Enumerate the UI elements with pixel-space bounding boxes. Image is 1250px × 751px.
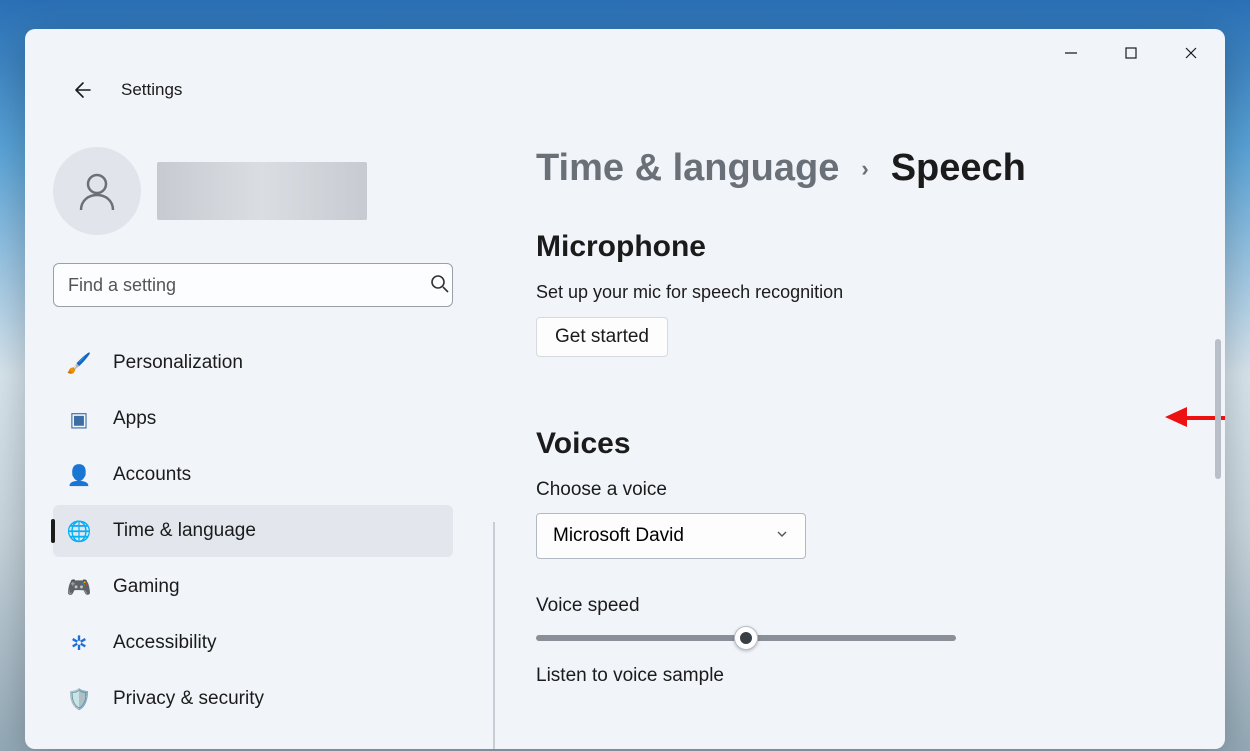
divider [493, 522, 495, 749]
page-title: Speech [891, 147, 1026, 190]
nav: 🖌️ Personalization ▣ Apps 👤 Accounts 🌐 T… [53, 337, 453, 725]
person-icon [74, 168, 120, 214]
chevron-right-icon: › [861, 156, 868, 182]
voices-heading: Voices [536, 427, 1185, 461]
sidebar-item-label: Privacy & security [113, 688, 264, 710]
gamepad-icon: 🎮 [67, 575, 91, 599]
maximize-button[interactable] [1101, 29, 1161, 77]
minimize-icon [1064, 46, 1078, 60]
sidebar-item-gaming[interactable]: 🎮 Gaming [53, 561, 453, 613]
sidebar-item-label: Accounts [113, 464, 191, 486]
sidebar-item-time-language[interactable]: 🌐 Time & language [53, 505, 453, 557]
choose-voice-label: Choose a voice [536, 479, 1185, 501]
search-input[interactable] [53, 263, 453, 307]
breadcrumb: Time & language › Speech [536, 147, 1185, 190]
sidebar-item-apps[interactable]: ▣ Apps [53, 393, 453, 445]
sidebar-item-label: Personalization [113, 352, 243, 374]
voice-select-value: Microsoft David [553, 525, 684, 547]
close-icon [1184, 46, 1198, 60]
sidebar-item-accounts[interactable]: 👤 Accounts [53, 449, 453, 501]
search-icon [430, 274, 450, 299]
paintbrush-icon: 🖌️ [67, 351, 91, 375]
avatar [53, 147, 141, 235]
slider-thumb[interactable] [734, 626, 758, 650]
user-name-redacted [157, 162, 367, 220]
scrollbar[interactable] [1215, 339, 1221, 479]
sidebar-item-privacy[interactable]: 🛡️ Privacy & security [53, 673, 453, 725]
main-panel: Time & language › Speech Microphone Set … [500, 77, 1225, 749]
account-icon: 👤 [67, 463, 91, 487]
content: 🖌️ Personalization ▣ Apps 👤 Accounts 🌐 T… [25, 77, 1225, 749]
apps-icon: ▣ [67, 407, 91, 431]
get-started-button[interactable]: Get started [536, 317, 668, 357]
sidebar-item-accessibility[interactable]: ✲ Accessibility [53, 617, 453, 669]
voice-speed-label: Voice speed [536, 595, 1185, 617]
chevron-down-icon [775, 525, 789, 547]
sidebar-item-label: Time & language [113, 520, 256, 542]
voices-section: Voices Choose a voice Microsoft David Vo… [536, 427, 1185, 687]
sidebar-item-label: Gaming [113, 576, 180, 598]
sidebar-item-label: Accessibility [113, 632, 216, 654]
maximize-icon [1124, 46, 1138, 60]
shield-icon: 🛡️ [67, 687, 91, 711]
settings-window: Settings 🖌️ [25, 29, 1225, 749]
microphone-desc: Set up your mic for speech recognition [536, 282, 1185, 303]
accessibility-icon: ✲ [67, 631, 91, 655]
sidebar: 🖌️ Personalization ▣ Apps 👤 Accounts 🌐 T… [25, 77, 500, 749]
minimize-button[interactable] [1041, 29, 1101, 77]
titlebar [25, 29, 1225, 77]
close-button[interactable] [1161, 29, 1221, 77]
profile-block[interactable] [53, 147, 476, 235]
sidebar-item-label: Apps [113, 408, 156, 430]
voice-speed-slider[interactable] [536, 635, 956, 641]
globe-clock-icon: 🌐 [67, 519, 91, 543]
microphone-heading: Microphone [536, 230, 1185, 264]
breadcrumb-parent[interactable]: Time & language [536, 147, 839, 190]
sidebar-item-personalization[interactable]: 🖌️ Personalization [53, 337, 453, 389]
search-wrap [53, 263, 476, 307]
voice-select[interactable]: Microsoft David [536, 513, 806, 559]
voice-sample-label: Listen to voice sample [536, 665, 1185, 687]
